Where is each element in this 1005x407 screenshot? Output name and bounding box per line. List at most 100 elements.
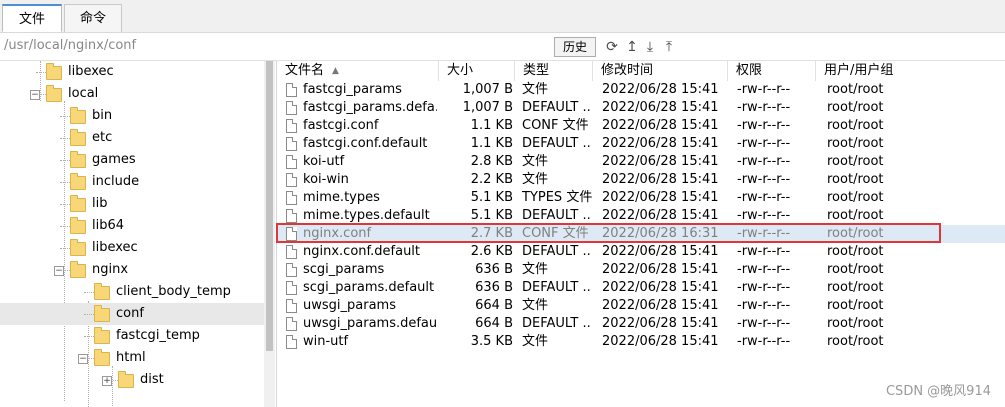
file-row[interactable]: koi-utf 2.8 KB 文件 2022/06/28 15:41 -rw-r--r-…	[277, 153, 1005, 171]
tree-connector	[36, 72, 46, 73]
folder-icon	[94, 327, 110, 344]
file-row[interactable]: mime.types.default 5.1 KB DEFAULT ... 2022/…	[277, 207, 1005, 225]
file-row[interactable]: fastcgi_params 1,007 B 文件 2022/06/28 15:41 -…	[277, 81, 1005, 99]
column-header-permissions[interactable]: 权限	[728, 61, 816, 81]
tree-item-label: dist	[140, 372, 164, 387]
file-icon	[286, 263, 297, 277]
file-size: 636 B	[475, 280, 513, 295]
collapse-icon[interactable]: −	[78, 354, 88, 364]
file-icon	[286, 335, 297, 349]
column-header-owner[interactable]: 用户/用户组	[816, 61, 936, 81]
tree-item[interactable]: lib	[0, 193, 264, 215]
column-header-name[interactable]: 文件名 ▲	[277, 61, 439, 81]
tree-item-label: libexec	[92, 240, 138, 255]
file-size: 664 B	[475, 298, 513, 313]
file-owner: root/root	[827, 316, 884, 331]
tree-connector	[84, 336, 94, 337]
file-row[interactable]: scgi_params.default 636 B DEFAULT ... 2022/…	[277, 279, 1005, 297]
tree-item[interactable]: libexec	[0, 61, 264, 83]
upload-alt-icon[interactable]: ⤒	[661, 39, 677, 55]
tree-item-label: libexec	[68, 64, 114, 79]
file-mtime: 2022/06/28 16:31	[602, 226, 719, 241]
tree-item[interactable]: + dist	[0, 369, 264, 391]
tree-item[interactable]: lib64	[0, 215, 264, 237]
file-row[interactable]: scgi_params 636 B 文件 2022/06/28 15:41 -rw-r-…	[277, 261, 1005, 279]
file-row[interactable]: nginx.conf 2.7 KB CONF 文件 2022/06/28 16:31 -…	[277, 225, 1005, 243]
folder-icon	[94, 283, 110, 300]
tree-scrollbar-thumb[interactable]	[266, 61, 273, 351]
tree-item[interactable]: conf	[0, 303, 264, 325]
file-row[interactable]: win-utf 3.5 KB 文件 2022/06/28 15:41 -rw-r--r-…	[277, 333, 1005, 351]
file-row[interactable]: nginx.conf.default 2.6 KB DEFAULT ... 2022/…	[277, 243, 1005, 261]
file-owner: root/root	[827, 172, 884, 187]
tab-commands[interactable]: 命令	[64, 4, 122, 32]
file-perm: -rw-r--r--	[737, 262, 791, 277]
file-type: 文件	[522, 334, 549, 349]
file-name: uwsgi_params.default	[303, 316, 437, 331]
folder-icon	[118, 371, 134, 388]
file-row[interactable]: uwsgi_params 664 B 文件 2022/06/28 15:41 -rw-r…	[277, 297, 1005, 315]
file-perm: -rw-r--r--	[737, 118, 791, 133]
file-row[interactable]: uwsgi_params.default 664 B DEFAULT ... 2022…	[277, 315, 1005, 333]
tree-item-label: local	[68, 86, 99, 101]
file-name: fastcgi_params	[303, 82, 402, 97]
path-bar: /usr/local/nginx/conf 历史 ⟳ ↥ ⤓ ⤒	[0, 33, 1005, 61]
file-icon	[286, 227, 297, 241]
file-row[interactable]: fastcgi.conf.default 1.1 KB DEFAULT ... 202…	[277, 135, 1005, 153]
file-owner: root/root	[827, 262, 884, 277]
download-icon[interactable]: ⤓	[642, 39, 658, 55]
file-type: DEFAULT ...	[522, 100, 592, 115]
file-name: nginx.conf	[303, 226, 372, 241]
file-owner: root/root	[827, 100, 884, 115]
column-header-mtime[interactable]: 修改时间	[593, 61, 728, 81]
tree-item[interactable]: fastcgi_temp	[0, 325, 264, 347]
upload-icon[interactable]: ↥	[624, 39, 640, 55]
file-row[interactable]: koi-win 2.2 KB 文件 2022/06/28 15:41 -rw-r--r-…	[277, 171, 1005, 189]
file-icon	[286, 191, 297, 205]
file-icon	[286, 281, 297, 295]
folder-icon	[70, 107, 86, 124]
tree-scrollbar[interactable]	[264, 61, 275, 407]
refresh-icon[interactable]: ⟳	[604, 39, 620, 55]
file-mtime: 2022/06/28 15:41	[602, 82, 719, 97]
tree-item[interactable]: − html	[0, 347, 264, 369]
tree-item[interactable]: bin	[0, 105, 264, 127]
file-size: 5.1 KB	[470, 190, 513, 205]
sort-ascending-icon: ▲	[332, 66, 339, 76]
expand-icon[interactable]: +	[102, 376, 112, 386]
tab-files[interactable]: 文件	[2, 4, 62, 32]
tree-connector	[60, 226, 70, 227]
file-mtime: 2022/06/28 15:41	[602, 118, 719, 133]
tree-connector	[84, 292, 94, 293]
file-row[interactable]: fastcgi.conf 1.1 KB CONF 文件 2022/06/28 15:4…	[277, 117, 1005, 135]
file-owner: root/root	[827, 208, 884, 223]
tree-item-label: bin	[92, 108, 113, 123]
file-mtime: 2022/06/28 15:41	[602, 244, 719, 259]
tree-item[interactable]: client_body_temp	[0, 281, 264, 303]
file-owner: root/root	[827, 118, 884, 133]
file-row[interactable]: mime.types 5.1 KB TYPES 文件 2022/06/28 15:41…	[277, 189, 1005, 207]
path-input[interactable]: /usr/local/nginx/conf	[4, 36, 544, 56]
file-perm: -rw-r--r--	[737, 316, 791, 331]
tree-connector	[60, 160, 70, 161]
tree-item[interactable]: − local	[0, 83, 264, 105]
folder-icon	[46, 85, 62, 102]
tree-item-label: nginx	[92, 262, 129, 277]
history-button[interactable]: 历史	[554, 37, 596, 57]
file-mtime: 2022/06/28 15:41	[602, 316, 719, 331]
file-owner: root/root	[827, 154, 884, 169]
column-header-size[interactable]: 大小	[439, 61, 515, 81]
tree-item[interactable]: games	[0, 149, 264, 171]
collapse-icon[interactable]: −	[54, 266, 64, 276]
file-size: 2.6 KB	[470, 244, 513, 259]
tree-item[interactable]: include	[0, 171, 264, 193]
folder-icon	[94, 349, 110, 366]
file-perm: -rw-r--r--	[737, 82, 791, 97]
collapse-icon[interactable]: −	[30, 90, 40, 100]
file-owner: root/root	[827, 190, 884, 205]
tree-item[interactable]: libexec	[0, 237, 264, 259]
tree-item[interactable]: etc	[0, 127, 264, 149]
file-row[interactable]: fastcgi_params.defa... 1,007 B DEFAULT ...…	[277, 99, 1005, 117]
column-header-type[interactable]: 类型	[515, 61, 593, 81]
tree-item[interactable]: − nginx	[0, 259, 264, 281]
